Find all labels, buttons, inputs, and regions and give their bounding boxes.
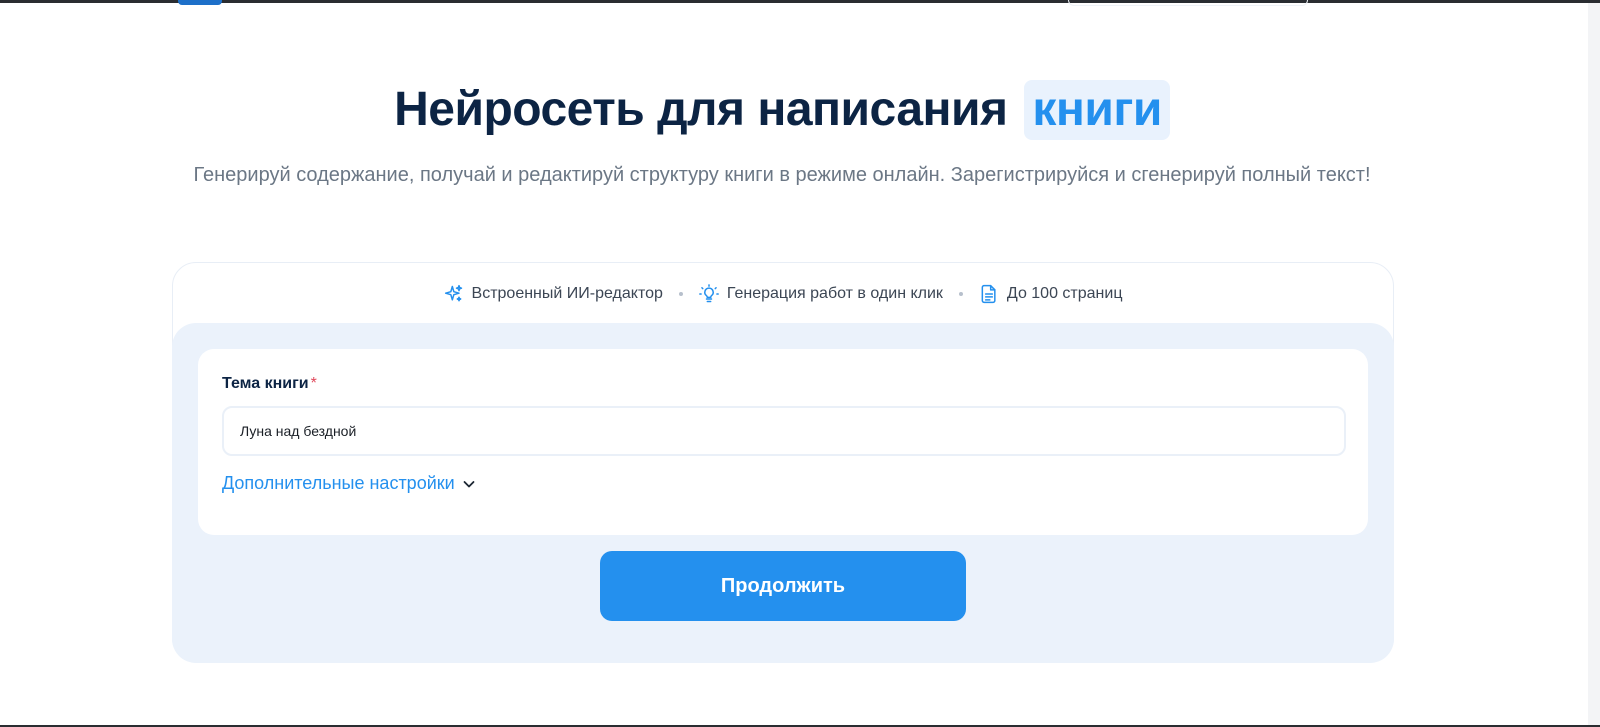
page-title-accent: книги: [1024, 80, 1170, 140]
page-title: Нейросеть для написания книги: [0, 80, 1564, 140]
features-row: Встроенный ИИ-редактор Генерация работ в…: [173, 263, 1393, 325]
feature-ai-editor: Встроенный ИИ-редактор: [444, 284, 663, 304]
feature-label: Генерация работ в один клик: [726, 285, 943, 302]
document-icon: [981, 284, 996, 304]
form-box: Тема книги* Дополнительные настройки: [198, 349, 1368, 535]
topic-input[interactable]: [222, 406, 1346, 456]
separator-dot: [678, 292, 683, 296]
sparkles-icon: [444, 284, 462, 302]
feature-pages: До 100 страниц: [979, 284, 1123, 304]
chevron-down-icon: [463, 480, 475, 487]
more-settings-label: Дополнительные настройки: [222, 473, 455, 493]
feature-one-click: Генерация работ в один клик: [698, 284, 943, 304]
feature-label: Встроенный ИИ-редактор: [471, 285, 663, 302]
header-search-edge: [1068, 0, 1308, 6]
required-mark: *: [310, 375, 317, 392]
book-generator-card: Встроенный ИИ-редактор Генерация работ в…: [172, 262, 1394, 663]
topic-label: Тема книги *: [222, 375, 317, 393]
separator-dot: [958, 292, 963, 296]
lightbulb-icon: [698, 284, 719, 303]
more-settings-toggle[interactable]: Дополнительные настройки: [222, 473, 477, 494]
continue-button[interactable]: Продолжить: [600, 551, 966, 621]
feature-label: До 100 страниц: [1006, 285, 1123, 302]
browser-top-edge: [0, 0, 1600, 3]
form-panel: Тема книги* Дополнительные настройки Про…: [172, 323, 1394, 663]
topic-label-text: Тема книги: [222, 375, 309, 392]
header-logo-edge: [178, 0, 222, 5]
scrollbar[interactable]: [1588, 3, 1600, 727]
page-subtitle: Генерируй содержание, получай и редактир…: [193, 164, 1371, 186]
page-title-main: Нейросеть для написания: [394, 83, 1008, 136]
